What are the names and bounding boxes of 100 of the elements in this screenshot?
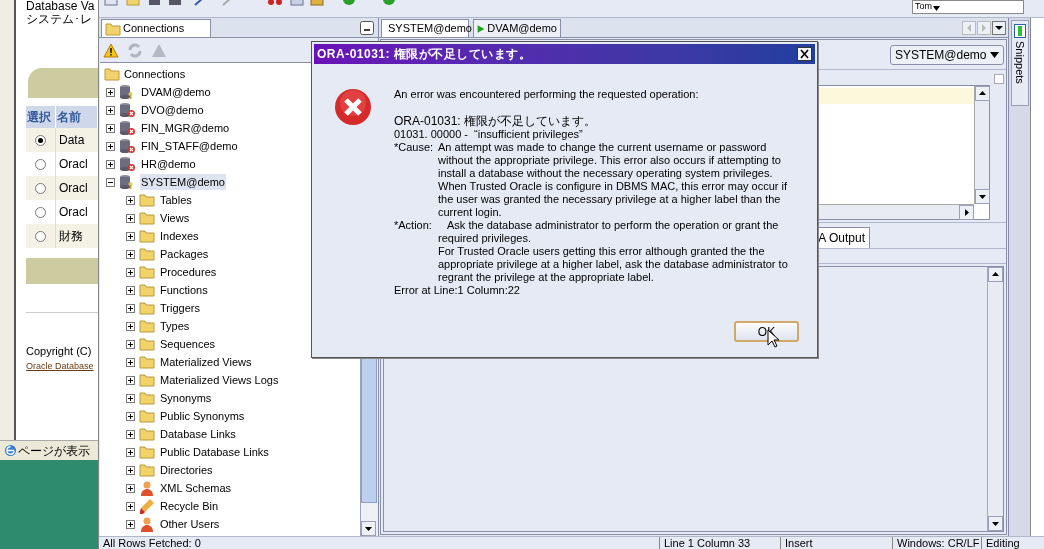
browser-icon xyxy=(4,444,17,457)
tree-root[interactable]: Connections xyxy=(124,65,186,83)
folder-icon xyxy=(139,229,155,243)
snippets-tab[interactable]: Snippets xyxy=(1010,20,1029,106)
banner xyxy=(26,258,98,284)
table-cell-text: 財務 xyxy=(58,228,84,245)
status-text: All Rows Fetched: 0 xyxy=(102,537,202,549)
tree-item[interactable]: Public Database Links xyxy=(159,443,270,461)
expand-icon[interactable] xyxy=(126,375,135,385)
expand-icon[interactable] xyxy=(126,213,135,223)
expand-icon[interactable] xyxy=(126,339,135,349)
expand-icon[interactable] xyxy=(106,123,115,133)
expand-icon[interactable] xyxy=(126,483,135,493)
close-icon[interactable] xyxy=(797,47,812,61)
tree-item[interactable]: HR@demo xyxy=(140,155,197,173)
error-intro: An error was encountered performing the requested operation: xyxy=(394,88,700,101)
scroll-right-icon[interactable] xyxy=(959,205,974,220)
tree-item[interactable]: Tables xyxy=(159,191,193,209)
status-text: Windows: CR/LF xyxy=(892,537,981,549)
tree-item[interactable]: DVO@demo xyxy=(140,101,205,119)
connection-select[interactable]: SYSTEM@demo xyxy=(890,44,1004,65)
error-icon xyxy=(334,88,372,126)
folder-icon xyxy=(139,211,155,225)
radio-button[interactable] xyxy=(35,206,46,218)
error-paragraph: For Trusted Oracle users getting this error although granted the the appropriate privilege at a higher label, ask the database administrator to regrant the privilege at the appropriate label. xyxy=(438,245,789,284)
tree-item[interactable]: Sequences xyxy=(159,335,217,353)
scroll-up-icon[interactable] xyxy=(975,86,990,101)
page-heading: システム･レ xyxy=(26,13,93,26)
expand-icon[interactable] xyxy=(126,195,135,205)
tree-item[interactable]: FIN_MGR@demo xyxy=(140,119,231,137)
tree-item[interactable]: Database Links xyxy=(159,425,237,443)
results-tab[interactable]: A Output xyxy=(818,227,870,248)
expand-icon[interactable] xyxy=(126,411,135,421)
tree-item[interactable]: DVAM@demo xyxy=(140,83,212,101)
tree-item[interactable]: Other Users xyxy=(159,515,221,533)
tree-item[interactable]: Materialized Views Logs xyxy=(159,371,280,389)
expand-icon[interactable] xyxy=(126,231,135,241)
radio-button[interactable] xyxy=(35,158,46,170)
expand-icon[interactable] xyxy=(126,447,135,457)
scroll-up-icon[interactable] xyxy=(988,267,1003,282)
tree-item[interactable]: Views xyxy=(159,209,191,227)
radio-button[interactable] xyxy=(35,230,46,242)
expand-icon[interactable] xyxy=(106,159,115,169)
radio-button[interactable] xyxy=(35,134,46,146)
user-combo[interactable]: Tom xyxy=(912,0,1024,14)
error-position: Error at Line:1 Column:22 xyxy=(394,284,521,297)
scroll-down-icon[interactable] xyxy=(975,189,990,204)
scrollbar[interactable] xyxy=(974,86,989,204)
folder-icon xyxy=(139,265,155,279)
error-paragraph: An attempt was made to change the current username or password without the appropriate privilege. This error also occurs if attempting to install a database without the necessary operating system privileges. xyxy=(438,141,782,180)
person-icon xyxy=(139,516,155,532)
expand-icon[interactable] xyxy=(126,357,135,367)
tree-item[interactable]: Packages xyxy=(159,245,210,263)
error-paragraph: When Trusted Oracle is configure in DBMS MAC, this error may occur if the user was granted the necessary privilege at a higher label than the current login. xyxy=(438,180,789,219)
tree-item[interactable]: Directories xyxy=(159,461,214,479)
footer-link[interactable]: Oracle Database xyxy=(26,359,98,373)
expand-icon[interactable] xyxy=(106,105,115,115)
expand-icon[interactable] xyxy=(126,267,135,277)
tree-item[interactable]: Public Synonyms xyxy=(159,407,246,425)
eraser-icon xyxy=(139,498,155,514)
warning-icon[interactable] xyxy=(103,42,119,58)
banner xyxy=(28,68,98,98)
tree-item[interactable]: XML Schemas xyxy=(159,479,233,497)
radio-button[interactable] xyxy=(35,182,46,194)
copyright-text: Copyright (C) xyxy=(26,344,93,359)
scrollbar[interactable] xyxy=(987,267,1003,531)
error-reason: 01031. 00000 - “insufficient privileges” xyxy=(394,128,584,141)
folder-icon xyxy=(139,283,155,297)
tree-item[interactable]: Procedures xyxy=(159,263,218,281)
tree-item[interactable]: Indexes xyxy=(159,227,200,245)
expand-icon[interactable] xyxy=(126,249,135,259)
collapse-icon[interactable] xyxy=(106,177,115,187)
tree-item[interactable]: Types xyxy=(159,317,191,335)
tree-item[interactable]: Recycle Bin xyxy=(159,497,220,515)
expand-icon[interactable] xyxy=(126,321,135,331)
expand-icon[interactable] xyxy=(126,393,135,403)
folder-icon xyxy=(139,247,155,261)
tree-item[interactable]: FIN_STAFF@demo xyxy=(140,137,239,155)
scroll-down-icon[interactable] xyxy=(361,521,376,536)
minimize-icon[interactable] xyxy=(360,21,374,35)
tab-list-icon[interactable] xyxy=(992,21,1006,35)
expand-icon[interactable] xyxy=(126,429,135,439)
tree-item[interactable]: SYSTEM@demo xyxy=(140,173,226,191)
panel-tab[interactable]: Connections xyxy=(101,19,211,37)
expand-icon[interactable] xyxy=(126,303,135,313)
scroll-down-icon[interactable] xyxy=(988,516,1003,531)
tree-item[interactable]: Triggers xyxy=(159,299,201,317)
checkbox[interactable] xyxy=(994,74,1004,84)
expand-icon[interactable] xyxy=(126,465,135,475)
browser-status-text: ページが表示 xyxy=(18,442,90,460)
expand-icon[interactable] xyxy=(106,141,115,151)
editor-tab[interactable]: DVAM@demo xyxy=(473,19,561,37)
expand-icon[interactable] xyxy=(126,519,135,529)
expand-icon[interactable] xyxy=(126,285,135,295)
expand-icon[interactable] xyxy=(106,87,115,97)
expand-icon[interactable] xyxy=(126,501,135,511)
tree-item[interactable]: Synonyms xyxy=(159,389,213,407)
tree-item[interactable]: Functions xyxy=(159,281,209,299)
table-cell-text: Data xyxy=(58,132,86,149)
tree-item[interactable]: Materialized Views xyxy=(159,353,253,371)
